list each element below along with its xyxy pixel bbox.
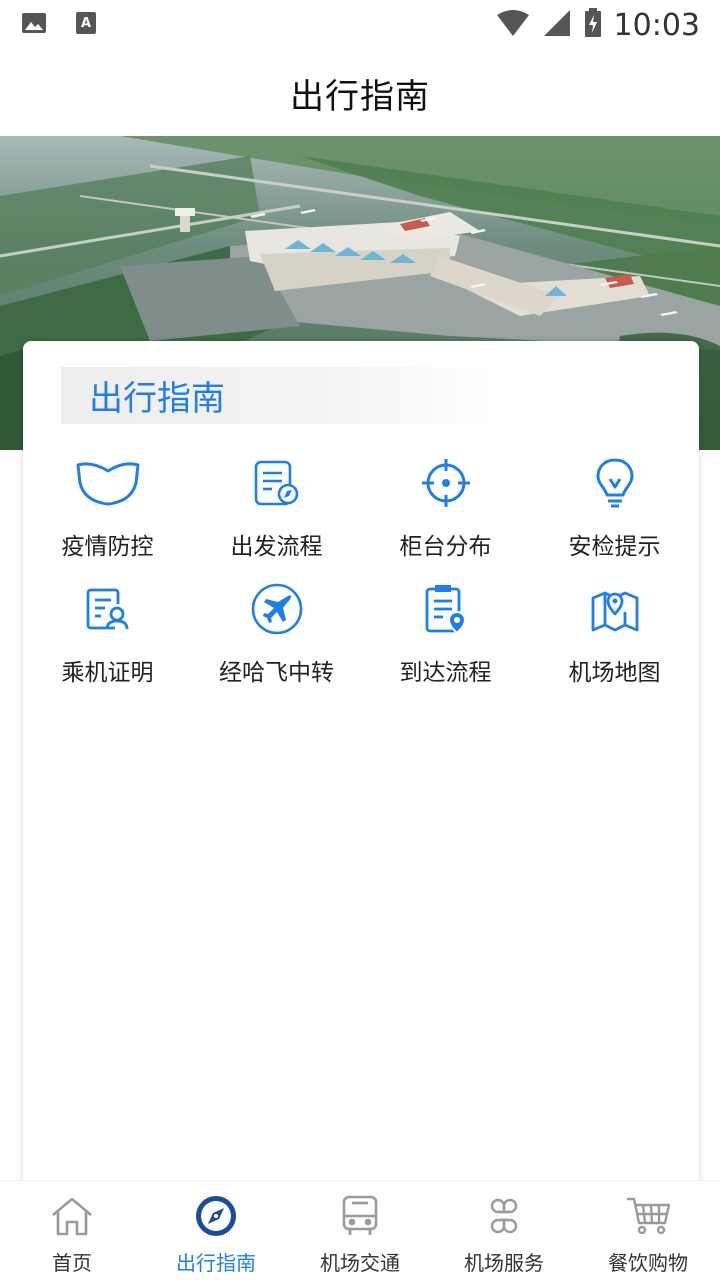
grid-item-airport-map[interactable]: 机场地图 xyxy=(530,579,699,705)
nav-label: 机场服务 xyxy=(464,1251,544,1275)
nav-label: 餐饮购物 xyxy=(608,1251,688,1275)
bus-icon xyxy=(335,1193,385,1239)
svg-text:A: A xyxy=(81,16,91,31)
app-screen: A 10:03 出行指南 出行指南 疫情防控 出发流程 柜台分布 安检提示 乘机… xyxy=(0,0,720,1280)
grid-label: 安检提示 xyxy=(568,534,661,560)
nav-label: 出行指南 xyxy=(176,1251,256,1275)
grid-item-epidemic-control[interactable]: 疫情防控 xyxy=(23,453,192,579)
nav-item-airport-transport[interactable]: 机场交通 xyxy=(288,1181,432,1280)
departure-doc-icon xyxy=(242,453,312,513)
grid-item-boarding-certificate[interactable]: 乘机证明 xyxy=(23,579,192,705)
grid-label: 机场地图 xyxy=(568,660,661,686)
services-icon xyxy=(479,1193,529,1239)
bottom-nav: 首页 出行指南 机场交通 机场服务 餐饮购物 xyxy=(0,1180,720,1280)
wifi-icon xyxy=(496,9,530,41)
nav-label: 首页 xyxy=(52,1251,92,1275)
status-bar: A 10:03 xyxy=(0,0,720,50)
section-header: 出行指南 xyxy=(61,367,495,424)
nav-item-dining-shopping[interactable]: 餐饮购物 xyxy=(576,1181,720,1280)
home-icon xyxy=(47,1193,97,1239)
grid-label: 柜台分布 xyxy=(399,534,492,560)
lightbulb-icon xyxy=(580,453,650,513)
airplane-icon xyxy=(242,579,312,639)
crosshair-icon xyxy=(411,453,481,513)
status-right: 10:03 xyxy=(496,8,700,43)
grid-item-departure-process[interactable]: 出发流程 xyxy=(192,453,361,579)
guide-card: 出行指南 疫情防控 出发流程 柜台分布 安检提示 乘机证明 经哈飞中转 到达流程… xyxy=(23,341,699,1201)
grid-label: 乘机证明 xyxy=(61,660,154,686)
nav-item-airport-services[interactable]: 机场服务 xyxy=(432,1181,576,1280)
grid-item-security-tips[interactable]: 安检提示 xyxy=(530,453,699,579)
cart-icon xyxy=(623,1193,673,1239)
arrival-clipboard-icon xyxy=(411,579,481,639)
nav-item-home[interactable]: 首页 xyxy=(0,1181,144,1280)
nav-item-travel-guide[interactable]: 出行指南 xyxy=(144,1181,288,1280)
grid-item-transfer-via-harbin[interactable]: 经哈飞中转 xyxy=(192,579,361,705)
grid-label: 出发流程 xyxy=(230,534,323,560)
status-left: A xyxy=(20,10,98,40)
mask-icon xyxy=(73,453,143,513)
cell-signal-icon xyxy=(542,9,572,41)
grid-item-arrival-process[interactable]: 到达流程 xyxy=(361,579,530,705)
compass-icon xyxy=(191,1193,241,1239)
grid-item-counter-distribution[interactable]: 柜台分布 xyxy=(361,453,530,579)
section-title: 出行指南 xyxy=(89,379,225,419)
grid-label: 疫情防控 xyxy=(61,534,154,560)
status-time: 10:03 xyxy=(613,7,700,43)
certificate-icon xyxy=(73,579,143,639)
text-a-icon: A xyxy=(74,10,98,40)
grid-label: 经哈飞中转 xyxy=(219,660,334,686)
nav-label: 机场交通 xyxy=(320,1251,400,1275)
title-bar: 出行指南 xyxy=(0,50,720,136)
image-icon xyxy=(20,11,48,39)
battery-charging-icon xyxy=(584,8,602,42)
guide-grid: 疫情防控 出发流程 柜台分布 安检提示 乘机证明 经哈飞中转 到达流程 机场地图 xyxy=(23,453,699,705)
grid-label: 到达流程 xyxy=(399,660,492,686)
page-title: 出行指南 xyxy=(290,76,430,117)
map-icon xyxy=(580,579,650,639)
